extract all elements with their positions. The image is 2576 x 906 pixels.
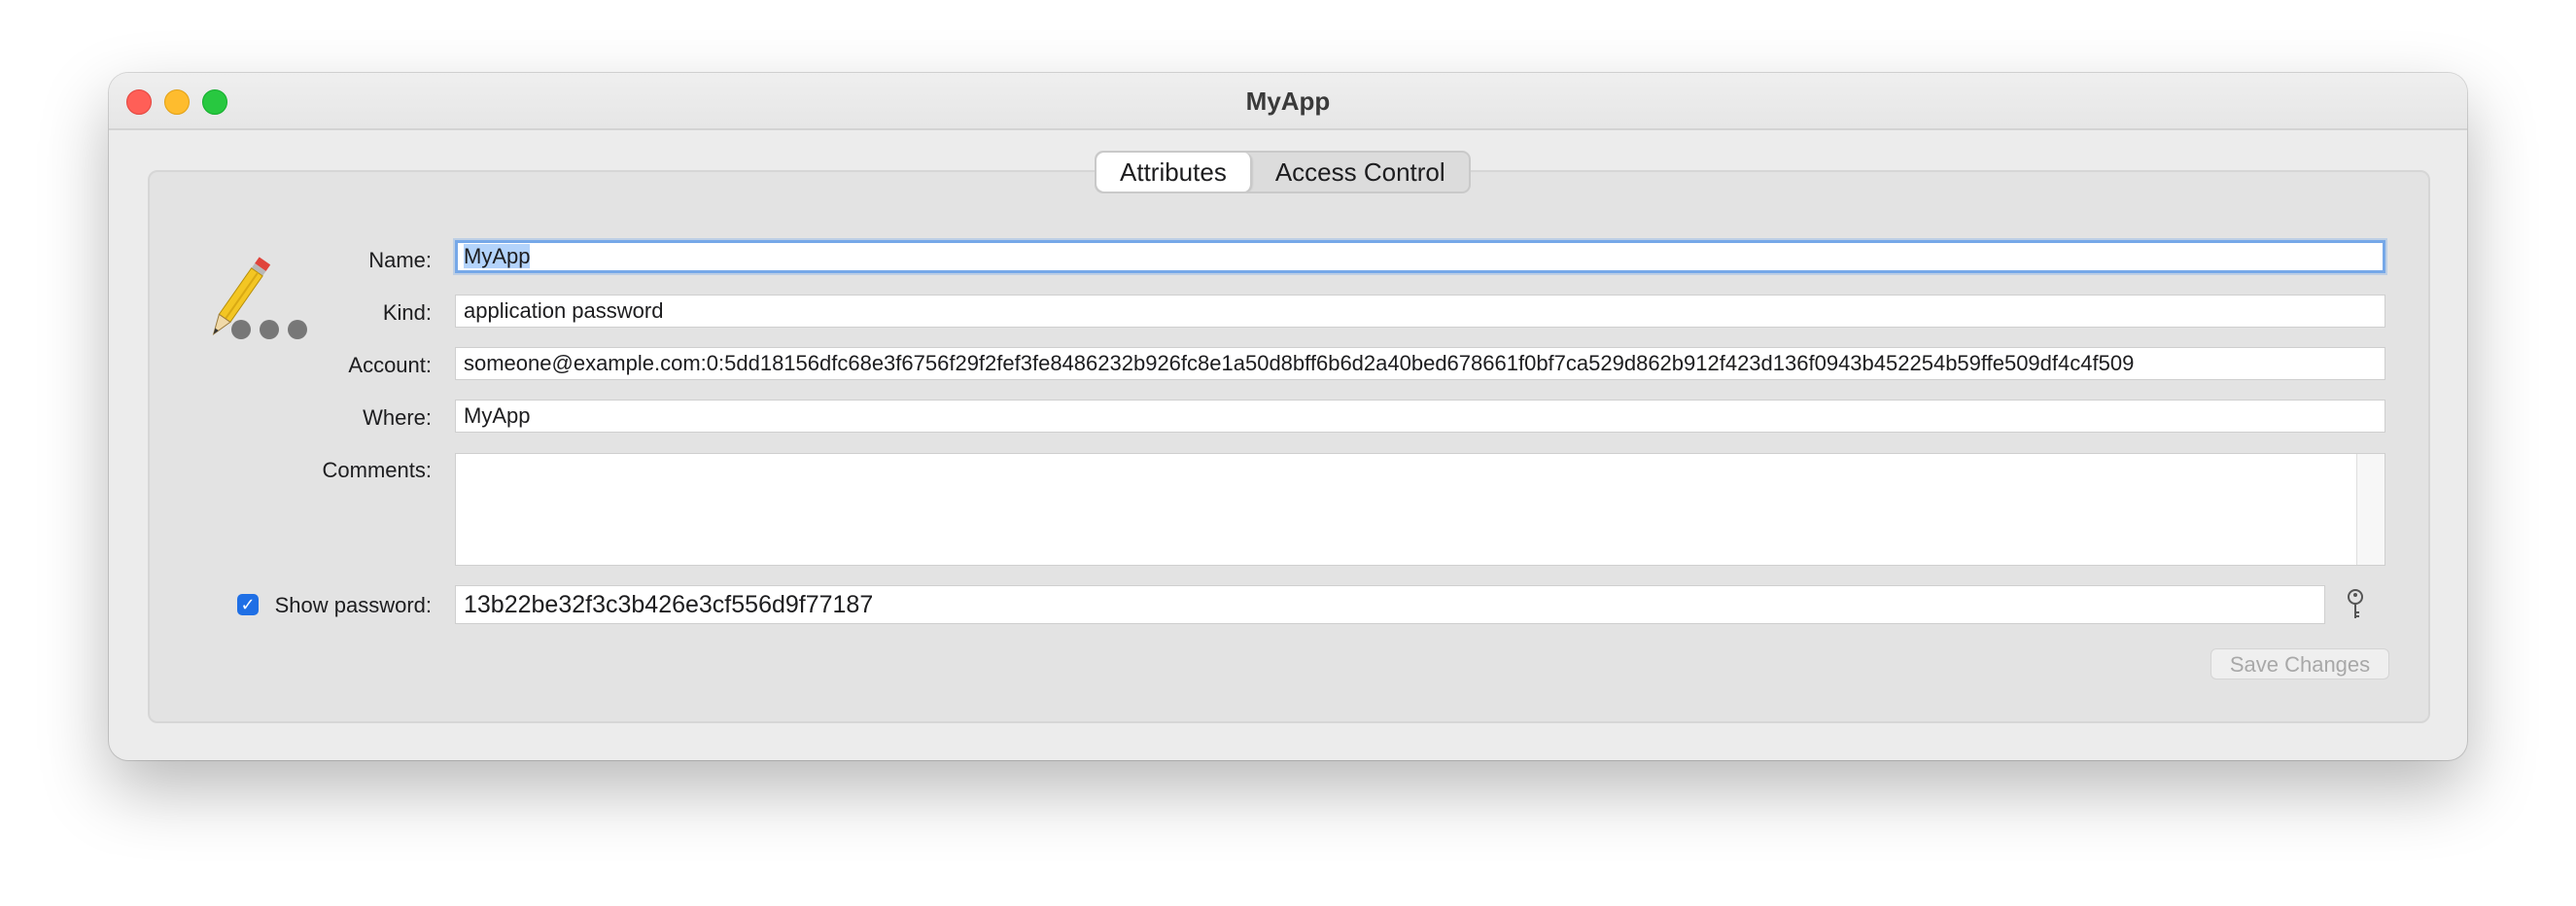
- show-password-checkbox[interactable]: ✓: [237, 594, 259, 615]
- window-title: MyApp: [1245, 87, 1331, 116]
- comments-label: Comments:: [322, 458, 432, 482]
- where-field[interactable]: MyApp: [455, 400, 2385, 433]
- comments-textarea[interactable]: [455, 453, 2385, 566]
- account-field[interactable]: someone@example.com:0:5dd18156dfc68e3f67…: [455, 347, 2385, 380]
- key-icon[interactable]: [2345, 588, 2366, 621]
- keychain-item-window: MyApp Attributes Access Control Name: My…: [109, 73, 2467, 760]
- name-field[interactable]: MyApp: [455, 240, 2385, 273]
- password-field[interactable]: 13b22be32f3c3b426e3cf556d9f77187: [455, 585, 2325, 624]
- where-label: Where:: [363, 405, 432, 430]
- tab-access-control[interactable]: Access Control: [1252, 153, 1469, 192]
- tab-attributes[interactable]: Attributes: [1097, 153, 1252, 192]
- tab-bar: Attributes Access Control: [1095, 151, 1471, 193]
- name-label: Name:: [368, 248, 432, 272]
- title-bar[interactable]: MyApp: [109, 73, 2467, 130]
- pencil-ellipsis-icon: [194, 250, 321, 357]
- kind-label: Kind:: [382, 300, 432, 325]
- name-field-value: MyApp: [464, 244, 531, 268]
- show-password-label: Show password:: [274, 593, 432, 617]
- save-changes-button[interactable]: Save Changes: [2210, 648, 2389, 680]
- comments-scrollbar[interactable]: [2356, 454, 2385, 565]
- kind-field[interactable]: application password: [455, 295, 2385, 328]
- account-label: Account:: [348, 353, 432, 377]
